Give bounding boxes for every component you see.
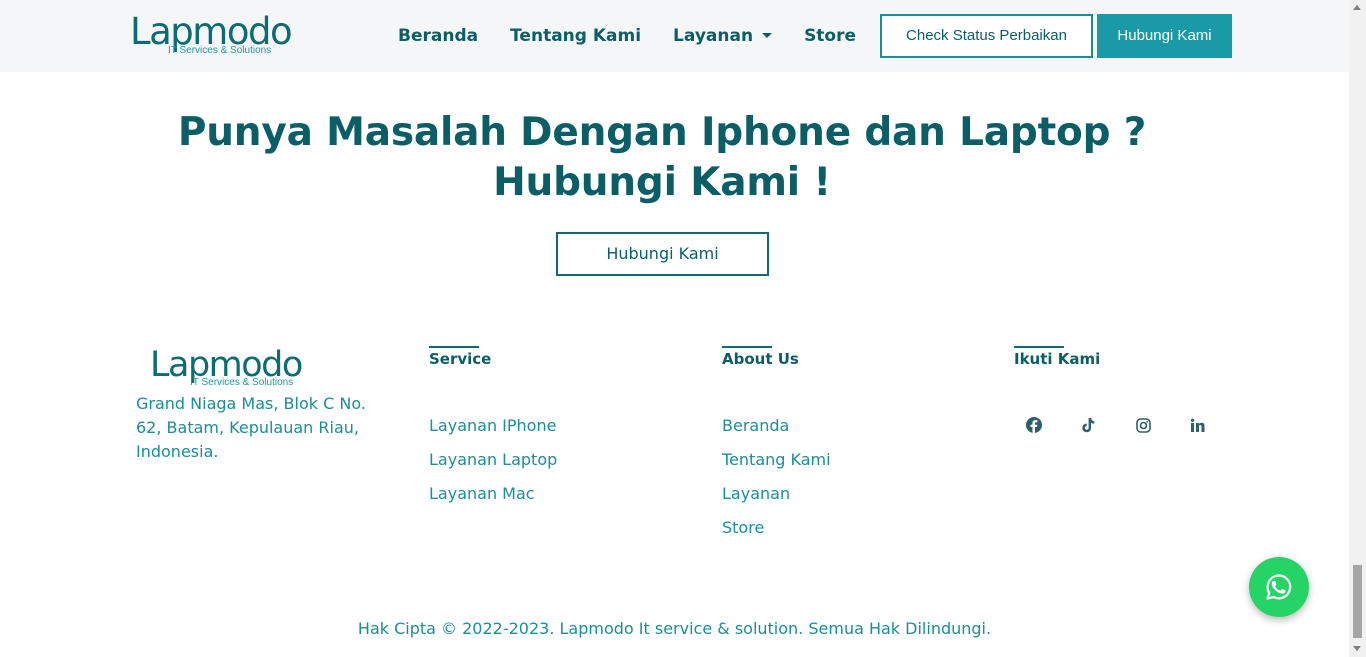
whatsapp-button[interactable] xyxy=(1249,557,1309,617)
brand-logo[interactable]: Lapmodo IT Services & Solutions xyxy=(130,12,293,58)
nav-link-layanan-label: Layanan xyxy=(673,26,754,46)
column-divider xyxy=(429,346,479,348)
footer-link-layanan-laptop[interactable]: Layanan Laptop xyxy=(429,443,557,477)
column-divider xyxy=(722,346,772,348)
caret-down-icon xyxy=(762,33,773,38)
footer-logo[interactable]: Lapmodo IT Services & Solutions xyxy=(150,346,303,390)
footer-address: Grand Niaga Mas, Blok C No. 62, Batam, K… xyxy=(136,394,366,461)
footer-follow-title: Ikuti Kami xyxy=(1014,350,1101,368)
brand-tagline: IT Services & Solutions xyxy=(168,45,272,56)
social-links xyxy=(1022,413,1218,437)
main-nav: Beranda Tentang Kami Layanan Store xyxy=(398,24,856,48)
cta-title-line1: Punya Masalah Dengan Iphone dan Laptop ? xyxy=(177,110,1147,155)
footer-about-links: Beranda Tentang Kami Layanan Store xyxy=(722,409,831,545)
footer-link-layanan-iphone[interactable]: Layanan IPhone xyxy=(429,409,557,443)
linkedin-icon[interactable] xyxy=(1185,413,1209,437)
cta-title-line2: Hubungi Kami ! xyxy=(493,160,831,205)
footer-service-column: Service Layanan IPhone Layanan Laptop La… xyxy=(429,346,557,511)
cta-title: Punya Masalah Dengan Iphone dan Laptop ?… xyxy=(0,108,1324,208)
footer-link-store[interactable]: Store xyxy=(722,511,831,545)
footer-follow-column: Ikuti Kami xyxy=(1014,346,1100,369)
whatsapp-icon xyxy=(1266,574,1292,600)
column-divider xyxy=(1014,346,1064,348)
nav-link-tentang-kami[interactable]: Tentang Kami xyxy=(510,24,641,48)
check-status-button[interactable]: Check Status Perbaikan xyxy=(880,14,1093,58)
footer-brand-tagline: IT Services & Solutions xyxy=(190,377,294,388)
footer-service-title: Service xyxy=(429,350,492,368)
copyright-text: Hak Cipta © 2022-2023. Lapmodo It servic… xyxy=(357,619,992,638)
instagram-icon[interactable] xyxy=(1131,413,1155,437)
footer-about-column: About Us Beranda Tentang Kami Layanan St… xyxy=(722,346,831,545)
tiktok-icon[interactable] xyxy=(1076,413,1100,437)
nav-link-beranda[interactable]: Beranda xyxy=(398,24,478,48)
navbar: Lapmodo IT Services & Solutions Beranda … xyxy=(0,0,1349,72)
footer-link-layanan-mac[interactable]: Layanan Mac xyxy=(429,477,557,511)
scroll-up-arrow-icon[interactable] xyxy=(1353,5,1361,10)
nav-link-store[interactable]: Store xyxy=(804,24,856,48)
page-scrollbar[interactable] xyxy=(1349,0,1366,657)
facebook-icon[interactable] xyxy=(1022,413,1046,437)
footer-link-tentang-kami[interactable]: Tentang Kami xyxy=(722,443,831,477)
nav-dropdown-layanan[interactable]: Layanan xyxy=(673,24,773,48)
footer-service-links: Layanan IPhone Layanan Laptop Layanan Ma… xyxy=(429,409,557,511)
scrollbar-thumb[interactable] xyxy=(1353,565,1362,638)
footer-link-layanan[interactable]: Layanan xyxy=(722,477,831,511)
contact-button[interactable]: Hubungi Kami xyxy=(1097,14,1232,58)
footer-about-title: About Us xyxy=(722,350,799,368)
scroll-down-arrow-icon[interactable] xyxy=(1353,646,1361,651)
footer-link-beranda[interactable]: Beranda xyxy=(722,409,831,443)
cta-contact-button[interactable]: Hubungi Kami xyxy=(556,232,769,276)
